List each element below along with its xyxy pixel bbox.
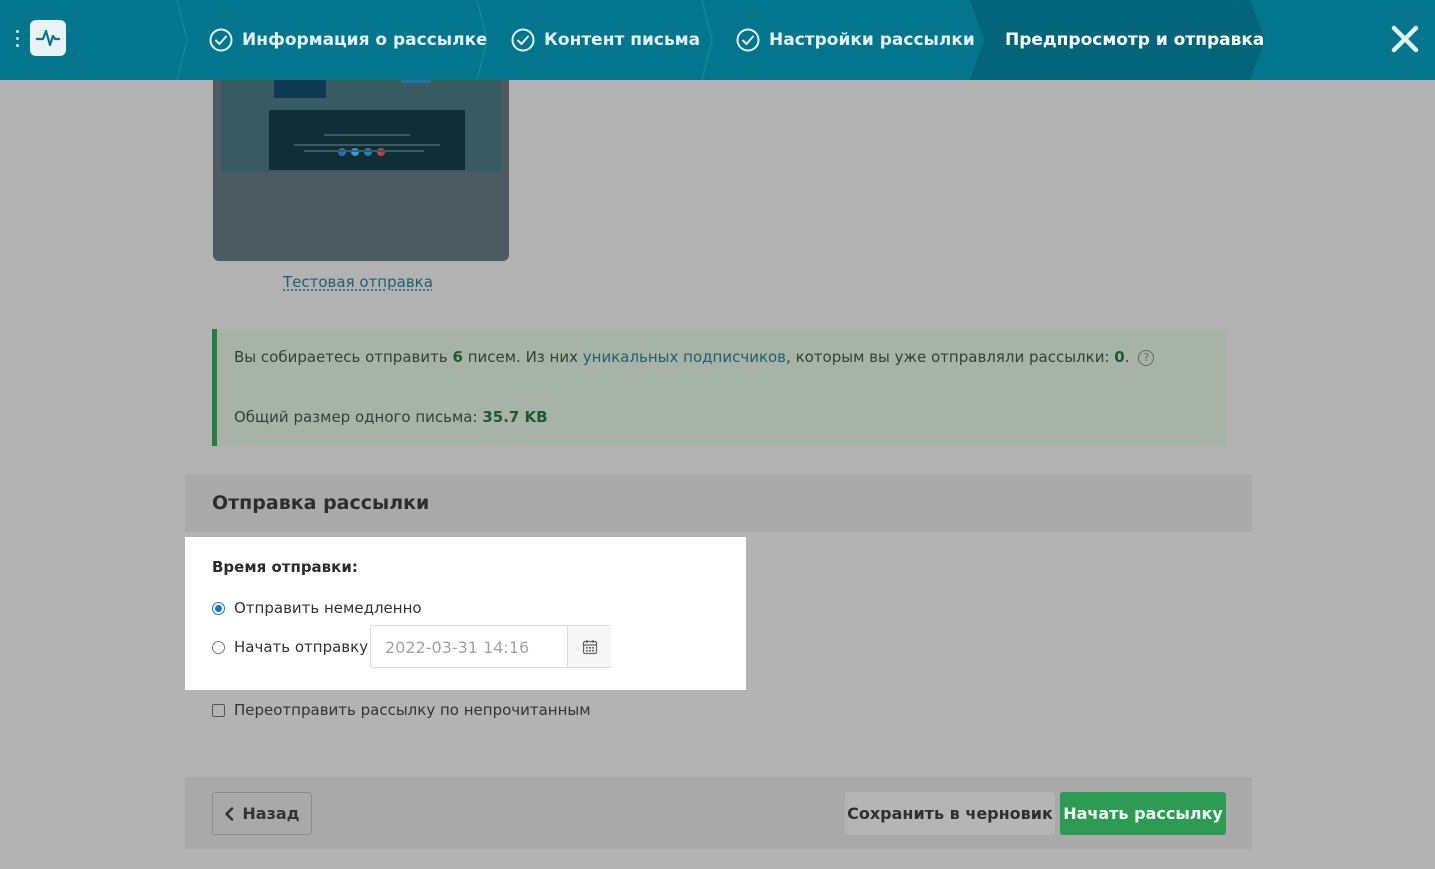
wizard-footer: Назад Сохранить в черновик Начать рассыл… — [185, 777, 1252, 849]
check-circle-icon — [209, 28, 233, 52]
send-now-label: Отправить немедленно — [234, 599, 422, 617]
preview-area: Тестовая отправка Вы собираетесь отправи… — [185, 80, 1252, 475]
test-send-link[interactable]: Тестовая отправка — [283, 273, 433, 291]
summary-text: . — [1124, 348, 1130, 366]
start-campaign-button[interactable]: Начать рассылку — [1060, 792, 1226, 835]
preview-accent-bar — [401, 80, 431, 83]
summary-text: , которым вы уже отправляли рассылки: — [786, 348, 1110, 366]
close-icon[interactable] — [1388, 22, 1422, 56]
preview-text-line — [304, 150, 424, 152]
preview-send-card: Тестовая отправка Вы собираетесь отправи… — [185, 80, 1252, 849]
send-time-panel: Время отправки: Отправить немедленно Нач… — [185, 537, 746, 690]
more-menu-icon[interactable] — [14, 30, 20, 50]
step-divider — [701, 0, 713, 80]
start-campaign-label: Начать рассылку — [1063, 804, 1223, 823]
chevron-left-icon — [225, 806, 234, 821]
email-preview-thumbnail[interactable] — [213, 80, 509, 261]
summary-text: писем. Из них — [467, 348, 578, 366]
unique-subscribers-link[interactable]: уникальных подписчиков — [583, 348, 786, 366]
save-draft-label: Сохранить в черновик — [847, 804, 1053, 823]
schedule-label: Начать отправку — [234, 638, 369, 656]
section-title: Отправка рассылки — [212, 492, 430, 514]
send-summary-alert: Вы собираетесь отправить 6 писем. Из них… — [212, 329, 1226, 446]
tab-email-content[interactable]: Контент письма — [511, 0, 700, 80]
wizard-topbar: Информация о рассылке Контент письма Нас… — [0, 0, 1435, 80]
resend-unread-checkbox[interactable] — [212, 703, 225, 717]
tab-campaign-settings[interactable]: Настройки рассылки — [736, 0, 975, 80]
email-size-value: 35.7 KB — [482, 408, 548, 426]
resend-unread-label: Переотправить рассылку по непрочитанным — [234, 701, 591, 719]
already-sent-count: 0 — [1114, 348, 1125, 366]
tab-label: Информация о рассылке — [242, 30, 488, 50]
send-now-radio[interactable] — [212, 601, 225, 615]
help-icon[interactable]: ? — [1138, 349, 1155, 366]
back-button-label: Назад — [242, 804, 300, 823]
send-time-label: Время отправки: — [212, 558, 358, 576]
tab-preview-and-send[interactable]: Предпросмотр и отправка — [1005, 0, 1264, 80]
preview-footer-block — [269, 110, 465, 170]
summary-text: Вы собираетесь отправить — [234, 348, 448, 366]
tab-label: Предпросмотр и отправка — [1005, 30, 1265, 50]
recipients-summary: Вы собираетесь отправить 6 писем. Из них… — [234, 348, 1155, 366]
send-now-option[interactable]: Отправить немедленно — [212, 599, 422, 617]
sending-section-header: Отправка рассылки — [185, 475, 1252, 532]
save-draft-button[interactable]: Сохранить в черновик — [845, 792, 1055, 835]
step-divider — [476, 0, 488, 80]
step-divider — [176, 0, 188, 80]
check-circle-icon — [736, 28, 760, 52]
preview-button-shape — [274, 80, 326, 98]
tab-label: Контент письма — [544, 30, 701, 50]
email-size-label: Общий размер одного письма: — [234, 408, 478, 426]
email-size-summary: Общий размер одного письма: 35.7 KB — [234, 408, 548, 426]
resend-unread-option[interactable]: Переотправить рассылку по непрочитанным — [212, 701, 591, 719]
tab-campaign-info[interactable]: Информация о рассылке — [209, 0, 488, 80]
calendar-icon — [582, 639, 598, 654]
tab-label: Настройки рассылки — [769, 30, 975, 50]
check-circle-icon — [511, 28, 535, 52]
schedule-datetime-field[interactable]: 2022-03-31 14:16 — [370, 625, 612, 668]
pulse-icon — [36, 29, 60, 47]
preview-text-line — [324, 134, 410, 136]
back-button[interactable]: Назад — [212, 792, 312, 835]
preview-text-line — [294, 144, 440, 146]
app-logo[interactable] — [30, 20, 66, 56]
calendar-button[interactable] — [567, 626, 612, 667]
schedule-option[interactable]: Начать отправку — [212, 638, 368, 656]
preview-email-body — [221, 80, 501, 172]
schedule-radio[interactable] — [212, 640, 225, 654]
emails-count: 6 — [452, 348, 463, 366]
schedule-datetime-value: 2022-03-31 14:16 — [385, 638, 530, 657]
